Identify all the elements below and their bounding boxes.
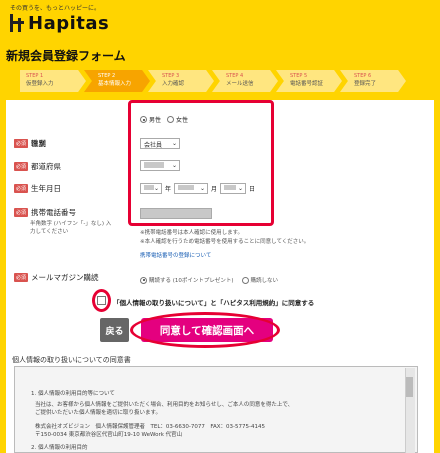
- highlight-ring-checkbox: [92, 289, 111, 312]
- phone-hint: 半角数字 (ハイフン「-」なし) 入力してください: [30, 221, 112, 235]
- job-field-label: 必須 職業: [14, 138, 46, 149]
- step-2: STEP 2 基本情報入力: [84, 70, 150, 92]
- prefecture-label: 都道府県: [31, 162, 62, 171]
- back-button[interactable]: 戻る: [100, 318, 129, 342]
- privacy-line-1: 1. 個人情報の利用目的等について: [31, 391, 115, 397]
- job-label: 職業: [31, 139, 47, 148]
- site-header: その買うを、もっとハッピーに。 Hapitas: [0, 0, 440, 40]
- phone-note-2: ※本人確認を行うため電話番号を使用することに同意してください。: [140, 239, 310, 245]
- step-4: STEP 4 メール送信: [212, 70, 278, 92]
- step-5: STEP 5 電話番号認証: [276, 70, 342, 92]
- mailmag-no-radio[interactable]: [241, 276, 249, 284]
- privacy-title: 個人情報の取り扱いについての同意書: [12, 356, 131, 364]
- required-badge: 必須: [14, 273, 29, 282]
- mailmag-no-label: 購読しない: [250, 278, 279, 284]
- phone-info-link[interactable]: 携帯電話番号の登録について: [140, 251, 211, 259]
- privacy-textbox[interactable]: 1. 個人情報の利用目的等について 当社は、お客様から個人情報をご提供いただく場…: [14, 366, 418, 453]
- highlight-ring-button: [130, 312, 280, 348]
- required-badge: 必須: [14, 162, 29, 171]
- logo-text: Hapitas: [28, 12, 110, 34]
- birthday-label: 生年月日: [31, 184, 62, 193]
- step-6: STEP 6 登録完了: [340, 70, 406, 92]
- prefecture-label-row: 必須 都道府県: [14, 161, 61, 172]
- progress-steps: STEP 1 仮登録入力 STEP 2 基本情報入力 STEP 3 入力確認 STEP…: [20, 70, 410, 92]
- phone-label: 携帯電話番号: [31, 208, 77, 217]
- mailmag-label-row: 必須 メールマガジン購読: [14, 272, 99, 283]
- mailmag-yes-radio[interactable]: [140, 276, 147, 284]
- required-badge: 必須: [14, 184, 29, 193]
- birthday-label-row: 必須 生年月日: [14, 183, 61, 194]
- phone-note-1: ※携帯電話番号は本人確認に使用します。: [140, 230, 244, 236]
- privacy-line-5: 〒150-0034 東京都渋谷区代官山町19-10 WeWork 代官山: [35, 432, 183, 438]
- privacy-line-2: 当社は、お客様から個人情報をご提供いただく場合、利用目的をお知らせし、ご本人の同…: [35, 402, 294, 408]
- mailmag-label: メールマガジン購読: [31, 273, 99, 282]
- agree-text: 「個人情報の取り扱いについて」と「ハピタス利用規約」に同意する: [113, 299, 315, 307]
- privacy-scrollbar-thumb[interactable]: [406, 377, 413, 397]
- phone-label-row: 必須 携帯電話番号: [14, 207, 76, 218]
- step-1: STEP 1 仮登録入力: [20, 70, 86, 92]
- tagline: その買うを、もっとハッピーに。: [10, 5, 101, 12]
- privacy-line-4: 株式会社オズビジョン 個人情報保護管理者 TEL：03-6630-7077 FA…: [35, 424, 266, 430]
- privacy-line-3: ご提供いただいた個人情報を適切に取り扱います。: [35, 410, 161, 416]
- step-3: STEP 3 入力確認: [148, 70, 214, 92]
- highlight-box: [128, 100, 274, 226]
- required-badge: 必須: [14, 139, 29, 148]
- logo-mark-icon: [10, 14, 24, 32]
- page-title: 新規会員登録フォーム: [6, 49, 126, 63]
- mailmag-options: 購読する (10ポイントプレゼント) 購読しない: [140, 276, 278, 284]
- privacy-line-6: 2. 個人情報の利用目的: [31, 445, 88, 451]
- hapitas-logo[interactable]: Hapitas: [10, 12, 109, 34]
- mailmag-yes-label: 購読する (10ポイントプレゼント): [149, 278, 234, 284]
- required-badge: 必須: [14, 208, 29, 217]
